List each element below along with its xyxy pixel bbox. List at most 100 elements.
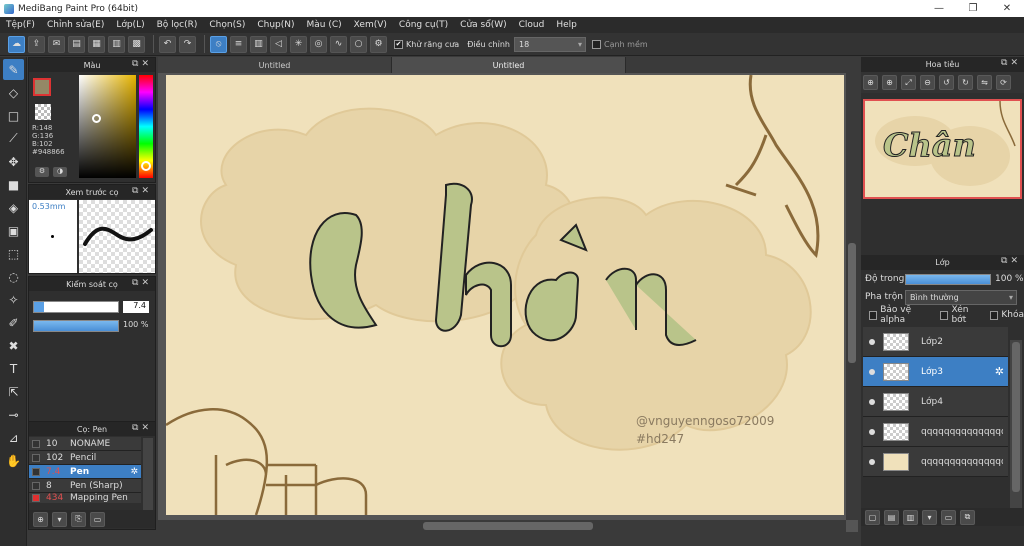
color-palette-icon[interactable]: ◑	[53, 167, 67, 177]
layer-visibility-icon[interactable]	[869, 458, 875, 465]
rotate-right-icon[interactable]: ↻	[958, 75, 973, 90]
snap-radial-icon[interactable]: ✳	[290, 35, 307, 53]
page-icon[interactable]: ▤	[68, 35, 85, 53]
menu-snap[interactable]: Chụp(N)	[251, 20, 300, 30]
navigator-preview[interactable]: Chân	[863, 99, 1022, 199]
shape-tool-icon[interactable]: □	[3, 105, 24, 126]
menu-cloud[interactable]: Cloud	[513, 20, 551, 30]
layer-list-scrollbar[interactable]	[1010, 340, 1022, 508]
lasso-tool-icon[interactable]: ◌	[3, 266, 24, 287]
layer-row-q1[interactable]: qqqqqqqqqqqqqqq	[863, 417, 1008, 447]
duplicate-layer-icon[interactable]: ⧉	[960, 509, 975, 525]
saturation-value-picker[interactable]	[79, 75, 136, 178]
sharp-edge-checkbox[interactable]	[591, 39, 601, 49]
gradient-tool-icon[interactable]: ▣	[3, 220, 24, 241]
menu-help[interactable]: Help	[550, 20, 583, 30]
cloud-icon[interactable]: ☁	[8, 35, 25, 53]
brush-item-pencil[interactable]: 102 Pencil	[29, 451, 141, 465]
zoom-in-more-icon[interactable]: ⊕	[882, 75, 897, 90]
sharp-edge-option[interactable]: Cạnh mềm	[591, 39, 648, 49]
rotate-left-icon[interactable]: ↺	[939, 75, 954, 90]
canvas-horizontal-scroll-thumb[interactable]	[423, 522, 593, 530]
line-tool-icon[interactable]: ⟋	[3, 128, 24, 149]
layer-folder-icon[interactable]: ▭	[941, 509, 956, 525]
select-eraser-icon[interactable]: ✖	[3, 335, 24, 356]
brush-item-mapping-pen[interactable]: 434 Mapping Pen	[29, 493, 141, 503]
close-button[interactable]: ✕	[990, 0, 1024, 17]
panel-close-icon[interactable]: ⧉✕	[132, 278, 152, 288]
add-brush-icon[interactable]: ⊕	[33, 511, 48, 527]
new-halftone-layer-icon[interactable]: ▤	[884, 509, 899, 525]
layer-row-lop3[interactable]: Lớp3 ✲	[863, 357, 1008, 387]
menu-window[interactable]: Cửa sổ(W)	[454, 20, 512, 30]
zoom-in-icon[interactable]: ⊕	[863, 75, 878, 90]
layer-visibility-icon[interactable]	[869, 428, 875, 435]
share-icon[interactable]: ⇪	[28, 35, 45, 53]
menu-select[interactable]: Chọn(S)	[203, 20, 251, 30]
panel-close-icon[interactable]: ⧉✕	[132, 423, 152, 433]
protect-alpha-checkbox[interactable]	[869, 310, 878, 320]
bucket-tool-icon[interactable]: ◈	[3, 197, 24, 218]
foreground-color-swatch[interactable]	[33, 78, 51, 96]
hue-slider[interactable]	[139, 75, 153, 178]
menu-file[interactable]: Tệp(F)	[0, 20, 41, 30]
menu-filter[interactable]: Bộ lọc(R)	[151, 20, 204, 30]
layer-row-q2[interactable]: qqqqqqqqqqqqqqq	[863, 447, 1008, 477]
add-layer-menu-icon[interactable]: ▾	[922, 509, 937, 525]
snap-vanish-icon[interactable]: ◁	[270, 35, 287, 53]
snap-circle-icon[interactable]: ◎	[310, 35, 327, 53]
transparent-color-swatch[interactable]	[35, 104, 51, 120]
brush-item-noname[interactable]: 10 NONAME	[29, 437, 141, 451]
brush-menu-icon[interactable]: ▾	[52, 511, 67, 527]
comment-icon[interactable]: ✉	[48, 35, 65, 53]
brush-item-pen-sharp[interactable]: 8 Pen (Sharp)	[29, 479, 141, 493]
color-picker-cursor[interactable]	[92, 114, 101, 123]
minimize-button[interactable]: —	[922, 0, 956, 17]
operation-tool-icon[interactable]: ⇱	[3, 381, 24, 402]
drawing-canvas[interactable]: @vnguyenngoso72009 #hd247	[166, 75, 844, 515]
layer-settings-icon[interactable]: ✲	[995, 365, 1004, 378]
antialias-option[interactable]: ✔ Khử răng cưa	[394, 39, 459, 49]
panels-icon[interactable]: ▥	[108, 35, 125, 53]
layer-list-scroll-thumb[interactable]	[1012, 342, 1020, 492]
menu-color[interactable]: Màu (C)	[301, 20, 348, 30]
new-layer-icon[interactable]: ▢	[865, 509, 880, 525]
pen-blur-icon[interactable]: ⊿	[3, 427, 24, 448]
canvas-horizontal-scrollbar[interactable]	[158, 520, 846, 532]
fill-rect-tool-icon[interactable]: ■	[3, 174, 24, 195]
panel-close-icon[interactable]: ⧉✕	[132, 59, 152, 69]
brush-size-slider[interactable]	[33, 301, 119, 313]
menu-edit[interactable]: Chỉnh sửa(E)	[41, 20, 110, 30]
hue-slider-thumb[interactable]	[141, 161, 151, 171]
panel-close-icon[interactable]: ⧉✕	[1001, 58, 1021, 68]
undo-icon[interactable]: ↶	[159, 35, 176, 53]
reset-icon[interactable]: ⟳	[996, 75, 1011, 90]
hand-tool-icon[interactable]: ✋	[3, 450, 24, 471]
fit-icon[interactable]: ⤢	[901, 75, 916, 90]
layer-row-lop2[interactable]: Lớp2	[863, 327, 1008, 357]
select-pen-icon[interactable]: ✐	[3, 312, 24, 333]
layer-visibility-icon[interactable]	[869, 368, 875, 375]
snap-parallel-icon[interactable]: ≡	[230, 35, 247, 53]
brush-size-value[interactable]: 7.4	[123, 301, 149, 313]
layer-visibility-icon[interactable]	[869, 338, 875, 345]
brush-opacity-slider[interactable]	[33, 320, 119, 332]
tab-untitled-1[interactable]: Untitled	[158, 57, 392, 73]
brush-list-scrollbar[interactable]	[143, 438, 153, 510]
maximize-button[interactable]: ❐	[956, 0, 990, 17]
canvas-vertical-scroll-thumb[interactable]	[848, 243, 856, 363]
panel-close-icon[interactable]: ⧉✕	[1001, 256, 1021, 266]
brush-folder-icon[interactable]: ▭	[90, 511, 105, 527]
panel-close-icon[interactable]: ⧉✕	[132, 186, 152, 196]
clipping-checkbox[interactable]	[940, 310, 949, 320]
snap-cross-icon[interactable]: ▥	[250, 35, 267, 53]
lock-checkbox[interactable]	[990, 310, 999, 320]
brush-settings-icon[interactable]: ✲	[130, 467, 138, 477]
flip-icon[interactable]: ⇋	[977, 75, 992, 90]
layer-row-lop4[interactable]: Lớp4	[863, 387, 1008, 417]
correction-select[interactable]: 18	[513, 36, 586, 52]
brush-tool-icon[interactable]: ✎	[3, 59, 24, 80]
antialias-checkbox[interactable]: ✔	[394, 39, 403, 49]
grid-icon[interactable]: ▩	[128, 35, 145, 53]
color-swap-icon[interactable]: ⚙	[35, 167, 49, 177]
